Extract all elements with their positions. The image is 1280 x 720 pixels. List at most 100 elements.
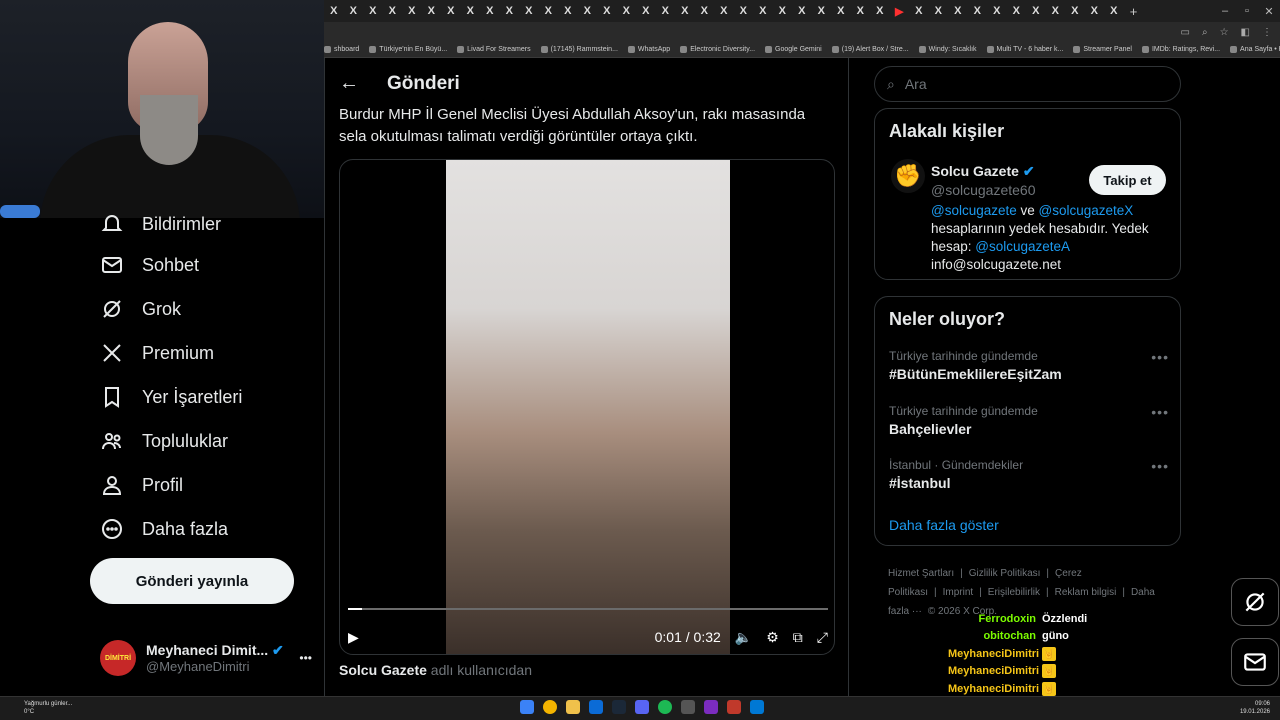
back-arrow-icon[interactable]: ←	[339, 72, 359, 95]
more-icon[interactable]: •••	[299, 651, 312, 665]
steam-icon[interactable]	[612, 700, 626, 714]
browser-tab[interactable]: X	[1065, 0, 1085, 22]
browser-tab[interactable]: X	[558, 0, 578, 22]
nav-item-more[interactable]: Daha fazla	[100, 517, 228, 541]
browser-tab[interactable]: X	[773, 0, 793, 22]
video-frame[interactable]	[446, 160, 730, 654]
browser-tab[interactable]: ▶	[890, 0, 910, 22]
video-progress-bar[interactable]	[348, 608, 828, 610]
bookmark-item[interactable]: Windy: Sıcaklık	[918, 46, 977, 53]
post-button[interactable]: Gönderi yayınla	[90, 558, 294, 604]
fullscreen-icon[interactable]: ⤢	[817, 629, 828, 646]
clock[interactable]: 09:06 19.01.2026	[1240, 700, 1270, 716]
bookmark-item[interactable]: Türkiye'nin En Büyü...	[369, 46, 447, 53]
browser-tab[interactable]: X	[968, 0, 988, 22]
start-icon[interactable]	[520, 700, 534, 714]
footer-link[interactable]: Hizmet Şartları	[888, 568, 954, 579]
browser-tab[interactable]: X	[344, 0, 364, 22]
browser-tab[interactable]: X	[617, 0, 637, 22]
bookmark-item[interactable]: (17145) Rammstein...	[540, 46, 618, 53]
maximize-button[interactable]: ▫	[1236, 5, 1258, 17]
nav-item-communities[interactable]: Topluluklar	[100, 429, 228, 453]
app-icon[interactable]	[681, 700, 695, 714]
browser-tab[interactable]: X	[422, 0, 442, 22]
browser-tab[interactable]: X	[324, 0, 344, 22]
browser-tab[interactable]: X	[987, 0, 1007, 22]
more-icon[interactable]: •••	[1151, 404, 1169, 420]
bookmark-item[interactable]: IMDb: Ratings, Revi...	[1141, 46, 1220, 53]
browser-tab[interactable]: X	[695, 0, 715, 22]
footer-link[interactable]: Gizlilik Politikası	[969, 568, 1041, 579]
bookmark-item[interactable]: (19) Alert Box / Stre...	[831, 46, 909, 53]
browser-tab[interactable]: X	[1026, 0, 1046, 22]
bio-link[interactable]: @solcugazeteX	[1039, 203, 1134, 218]
post-video[interactable]: ▶ 0:01 / 0:32 🔈 ⚙ ⧉ ⤢	[339, 159, 835, 655]
bookmark-item[interactable]: shboard	[324, 46, 359, 53]
extensions-icon[interactable]: ◧	[1241, 27, 1250, 38]
app-icon[interactable]	[750, 700, 764, 714]
browser-tab[interactable]: X	[948, 0, 968, 22]
zoom-icon[interactable]: ⌕	[1202, 27, 1208, 38]
nav-item-premium[interactable]: Premium	[100, 341, 214, 365]
browser-tab[interactable]: X	[675, 0, 695, 22]
grok-fab-button[interactable]	[1231, 578, 1279, 626]
star-icon[interactable]: ☆	[1220, 27, 1229, 38]
footer-link[interactable]: Imprint	[943, 587, 974, 598]
browser-tab[interactable]: X	[402, 0, 422, 22]
nav-item-grok[interactable]: Grok	[100, 297, 181, 321]
browser-tab[interactable]: X	[1046, 0, 1066, 22]
browser-tab[interactable]: X	[539, 0, 559, 22]
browser-tab[interactable]: X	[1104, 0, 1124, 22]
discord-icon[interactable]	[635, 700, 649, 714]
explorer-icon[interactable]	[566, 700, 580, 714]
app-icon[interactable]	[727, 700, 741, 714]
trend-item[interactable]: Türkiye tarihinde gündemde #BütünEmeklil…	[889, 349, 1169, 382]
bookmark-item[interactable]: Multi TV - 6 haber k...	[986, 46, 1063, 53]
minimize-button[interactable]: –	[1214, 5, 1236, 17]
settings-icon[interactable]: ⚙	[766, 629, 779, 646]
play-icon[interactable]: ▶	[348, 629, 359, 646]
cast-icon[interactable]: ▭	[1181, 27, 1190, 38]
related-name[interactable]: Solcu Gazete ✔	[931, 163, 1035, 180]
nav-item-chat[interactable]: Sohbet	[100, 253, 199, 277]
bookmark-item[interactable]: Streamer Panel	[1073, 46, 1132, 53]
browser-tab[interactable]: X	[519, 0, 539, 22]
spotify-icon[interactable]	[658, 700, 672, 714]
browser-tab[interactable]: X	[480, 0, 500, 22]
browser-tab[interactable]: X	[870, 0, 890, 22]
browser-tab[interactable]: X	[714, 0, 734, 22]
browser-tab[interactable]: X	[383, 0, 403, 22]
browser-tab[interactable]: X	[461, 0, 481, 22]
bio-link[interactable]: @solcugazeteA	[975, 239, 1070, 254]
bookmark-item[interactable]: Ana Sayfa • HBO Max	[1230, 46, 1280, 53]
browser-tab[interactable]: X	[792, 0, 812, 22]
browser-tab[interactable]: X	[909, 0, 929, 22]
app-icon[interactable]	[704, 700, 718, 714]
browser-tab[interactable]: X	[578, 0, 598, 22]
trend-item[interactable]: Türkiye tarihinde gündemde Bahçelievler …	[889, 404, 1169, 437]
browser-tab[interactable]: X	[851, 0, 871, 22]
account-switcher[interactable]: DİMİTRİ Meyhaneci Dimit... ✔ @MeyhaneDim…	[100, 636, 312, 680]
browser-tab[interactable]: X	[1007, 0, 1027, 22]
more-icon[interactable]: •••	[1151, 458, 1169, 474]
app-icon[interactable]	[589, 700, 603, 714]
browser-tab[interactable]: X	[656, 0, 676, 22]
show-more-link[interactable]: Daha fazla göster	[889, 517, 999, 533]
trend-item[interactable]: İstanbul · Gündemdekiler #İstanbul •••	[889, 458, 1169, 491]
browser-tab[interactable]: X	[929, 0, 949, 22]
messages-fab-button[interactable]	[1231, 638, 1279, 686]
nav-item-notifications[interactable]: Bildirimler	[100, 212, 221, 236]
chrome-icon[interactable]	[543, 700, 557, 714]
browser-tab[interactable]: X	[1085, 0, 1105, 22]
bookmark-item[interactable]: Google Gemini	[765, 46, 822, 53]
browser-tab[interactable]: X	[831, 0, 851, 22]
browser-tab[interactable]: X	[441, 0, 461, 22]
volume-icon[interactable]: 🔈	[735, 629, 752, 646]
footer-link[interactable]: Erişilebilirlik	[988, 587, 1040, 598]
search-input[interactable]: ⌕ Ara	[874, 66, 1181, 102]
browser-tab[interactable]: X	[636, 0, 656, 22]
bookmark-item[interactable]: WhatsApp	[627, 46, 670, 53]
menu-icon[interactable]: ⋮	[1262, 27, 1272, 38]
browser-tab[interactable]: X	[597, 0, 617, 22]
browser-tab[interactable]: X	[812, 0, 832, 22]
